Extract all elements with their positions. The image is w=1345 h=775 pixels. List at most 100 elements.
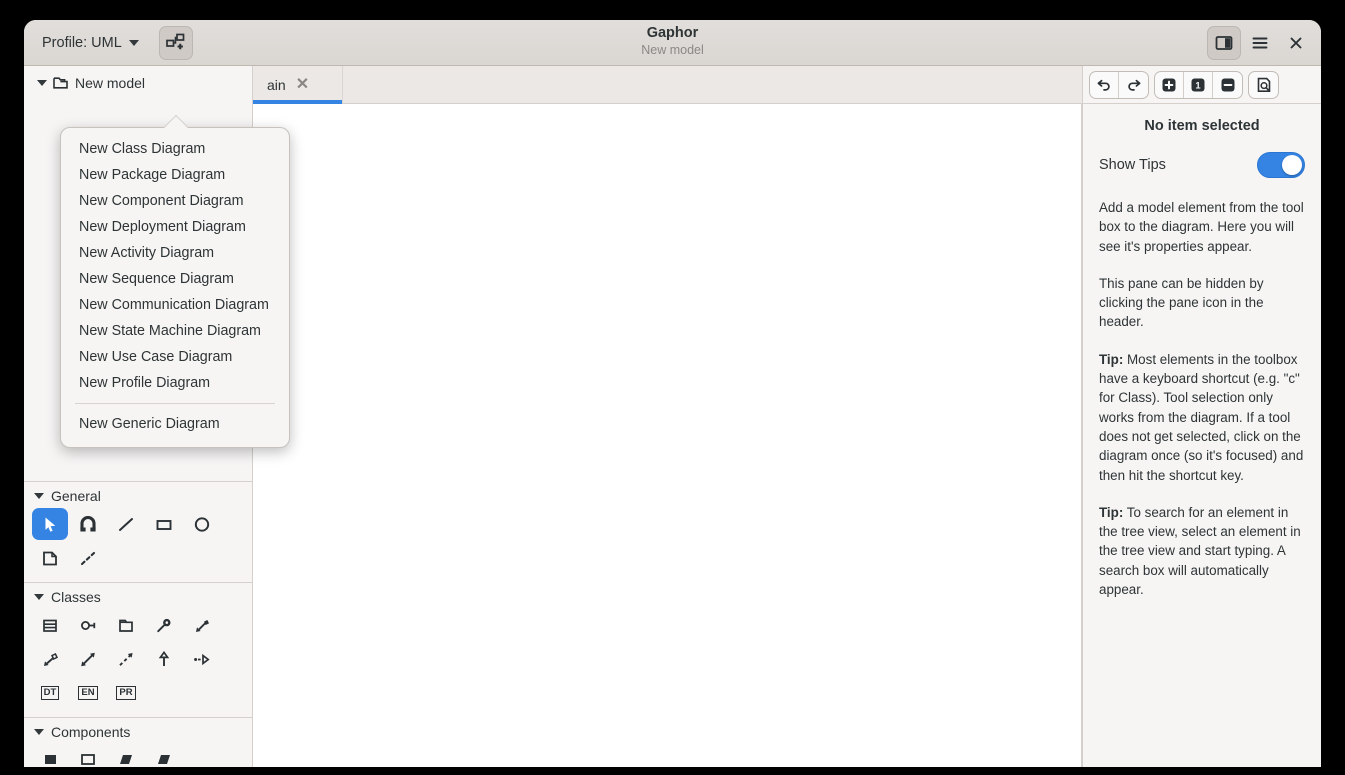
tip-paragraph-2: This pane can be hidden by clicking the …: [1099, 275, 1264, 330]
menu-item-new-use-case-diagram[interactable]: New Use Case Diagram: [61, 344, 289, 370]
line-icon: [119, 517, 133, 531]
pointer-tool[interactable]: [32, 508, 68, 540]
toolbox-section-general-grid: [24, 508, 252, 574]
magnet-tool[interactable]: [70, 508, 106, 540]
menu-item-new-package-diagram[interactable]: New Package Diagram: [61, 162, 289, 188]
undo-button[interactable]: [1090, 71, 1119, 98]
menu-item-new-profile-diagram[interactable]: New Profile Diagram: [61, 370, 289, 396]
popup-arrow: [164, 116, 188, 128]
dashed-line-icon: [80, 551, 96, 565]
header-title-block: Gaphor New model: [24, 20, 1321, 65]
package-tool[interactable]: [108, 609, 144, 641]
rectangle-icon: [156, 519, 172, 530]
tip-text-3: Most elements in the toolbox have a keyb…: [1099, 351, 1304, 483]
primitive-tool[interactable]: PR: [108, 677, 144, 709]
triangle-down-icon: [34, 493, 44, 499]
tip-label-3: Tip:: [1099, 351, 1124, 367]
menu-item-new-deployment-diagram[interactable]: New Deployment Diagram: [61, 214, 289, 240]
model-folder-icon: [53, 77, 68, 89]
profile-label: Profile: UML: [42, 34, 122, 51]
menu-item-new-component-diagram[interactable]: New Component Diagram: [61, 188, 289, 214]
toolbox-section-classes-header[interactable]: Classes: [24, 583, 252, 609]
sidebar-pane-icon: [1215, 35, 1233, 50]
page-title: Gaphor: [646, 25, 699, 42]
tip-paragraph-4: Tip: To search for an element in the tre…: [1099, 503, 1305, 599]
toolbox: General Classes DT EN PR Components: [24, 482, 252, 767]
dependency-tool[interactable]: [70, 643, 106, 675]
realization-arrow-icon: [194, 653, 210, 665]
comment-line-tool[interactable]: [70, 542, 106, 574]
zoom-in-button[interactable]: [1155, 71, 1184, 98]
interface-tool[interactable]: [70, 609, 106, 641]
chevron-down-icon: [128, 39, 139, 46]
new-diagram-icon: [166, 33, 185, 50]
pane-toggle-button[interactable]: [1207, 25, 1241, 60]
class-box-icon: [43, 619, 57, 632]
composition-tool[interactable]: [184, 609, 220, 641]
toolbox-section-components-header[interactable]: Components: [24, 718, 252, 744]
hollow-diamond-arrow-icon: [44, 652, 58, 666]
zoom-out-button[interactable]: [1213, 72, 1242, 98]
zoom-fit-group: [1248, 70, 1279, 99]
magnet-icon: [80, 515, 96, 531]
application-window: Profile: UML Gaphor New model New model …: [24, 20, 1321, 767]
redo-button[interactable]: [1119, 72, 1148, 98]
class-tool[interactable]: [32, 609, 68, 641]
zoom-100-button[interactable]: 1: [1184, 71, 1213, 98]
tree-item-new-model[interactable]: New model: [28, 72, 248, 94]
generalization-tool[interactable]: [146, 643, 182, 675]
datatype-tool[interactable]: DT: [32, 677, 68, 709]
artifact-tool[interactable]: [108, 744, 144, 767]
menu-separator: [75, 403, 275, 404]
realization-tool[interactable]: [184, 643, 220, 675]
component-icon: [45, 754, 56, 764]
properties-panel: 1 No item selected Show Tips Add a model…: [1082, 66, 1321, 767]
usage-tool[interactable]: [108, 643, 144, 675]
pin-association-icon: [157, 618, 171, 632]
datatype-dt-icon: DT: [40, 686, 60, 700]
toggle-knob: [1282, 155, 1302, 175]
zoom-fit-page-icon: [1257, 77, 1270, 92]
node-tool[interactable]: [70, 744, 106, 767]
device-tool[interactable]: [146, 744, 182, 767]
profile-dropdown-button[interactable]: Profile: UML: [32, 30, 149, 56]
zoom-fit-button[interactable]: [1249, 72, 1278, 98]
center-area: ain ✕: [253, 66, 1082, 767]
association-tool[interactable]: [146, 609, 182, 641]
ellipse-tool[interactable]: [184, 508, 220, 540]
menu-item-new-sequence-diagram[interactable]: New Sequence Diagram: [61, 266, 289, 292]
close-icon: [1290, 37, 1302, 48]
main-menu-button[interactable]: [1243, 26, 1277, 60]
show-tips-row: Show Tips: [1099, 152, 1305, 178]
show-tips-toggle[interactable]: [1257, 152, 1305, 178]
triangle-down-icon: [34, 594, 44, 600]
component-tool[interactable]: [32, 744, 68, 767]
left-sidebar: New model General Classes DT EN PR Compo…: [24, 66, 290, 767]
undo-arrow-icon: [1097, 79, 1110, 91]
menu-item-new-state-machine-diagram[interactable]: New State Machine Diagram: [61, 318, 289, 344]
package-folder-icon: [119, 619, 133, 632]
close-icon[interactable]: ✕: [296, 76, 309, 93]
zoom-group: 1: [1154, 70, 1243, 99]
aggregation-tool[interactable]: [32, 643, 68, 675]
cursor-arrow-icon: [45, 517, 55, 532]
menu-item-new-activity-diagram[interactable]: New Activity Diagram: [61, 240, 289, 266]
menu-item-new-communication-diagram[interactable]: New Communication Diagram: [61, 292, 289, 318]
comment-tool[interactable]: [32, 542, 68, 574]
diagram-canvas[interactable]: [253, 104, 1082, 767]
box-tool[interactable]: [146, 508, 182, 540]
diagram-tab-main[interactable]: ain ✕: [253, 66, 343, 104]
menu-item-new-class-diagram[interactable]: New Class Diagram: [61, 136, 289, 162]
device-icon: [158, 754, 170, 764]
dashed-arrow-icon: [119, 652, 133, 666]
new-diagram-button[interactable]: [158, 25, 193, 60]
toolbox-section-general-header[interactable]: General: [24, 482, 252, 508]
menu-item-new-generic-diagram[interactable]: New Generic Diagram: [61, 411, 289, 437]
primitive-pr-icon: PR: [116, 686, 136, 700]
window-close-button[interactable]: [1279, 26, 1313, 60]
svg-text:1: 1: [1195, 79, 1200, 90]
tip-text-4: To search for an element in the tree vie…: [1099, 504, 1301, 598]
enumeration-tool[interactable]: EN: [70, 677, 106, 709]
line-tool[interactable]: [108, 508, 144, 540]
triangle-down-icon[interactable]: [37, 80, 47, 86]
